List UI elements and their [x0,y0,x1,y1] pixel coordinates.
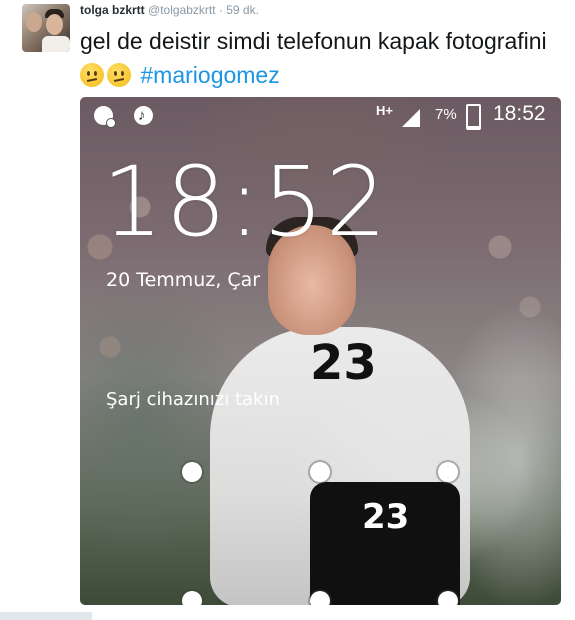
status-time: 18:52 [493,102,546,125]
music-icon [134,106,153,125]
meta-separator: · [218,3,223,17]
avatar-face-right [46,14,63,35]
battery-icon [466,104,481,130]
confused-face-icon [107,63,131,87]
network-type: H+ [376,103,393,118]
battery-percent: 7% [435,106,457,123]
lockscreen-date: 20 Temmuz, Çar [106,269,261,291]
avatar-body [42,36,70,52]
hashtag-link[interactable]: #mariogomez [140,62,279,88]
tweet-header: tolga bzkrtt @tolgabzkrtt · 59 dk. [80,3,259,17]
pattern-dot [310,462,330,482]
tweet-timestamp[interactable]: 59 dk. [226,3,259,17]
user-handle[interactable]: @tolgabzkrtt [148,3,216,17]
pattern-dot [310,591,330,605]
confused-face-icon [80,63,104,87]
charge-message: Şarj cihazınızı takın [106,389,280,410]
horizontal-scrollbar[interactable] [0,612,92,620]
tweet-body: gel de deistir simdi telefonun kapak fot… [80,28,547,54]
tweet-media-image[interactable]: 23 23 H+ 7% 18:52 18:52 20 Temmuz, Çar Ş… [80,97,561,605]
avatar[interactable] [22,4,70,52]
notification-icon [94,106,116,128]
status-bar: H+ 7% 18:52 [80,97,561,135]
user-name[interactable]: tolga bzkrtt [80,3,145,17]
pattern-dot [182,462,202,482]
lockscreen-clock: 18:52 [102,146,389,258]
pattern-dot [438,591,458,605]
shorts-number: 23 [362,497,410,537]
avatar-face-left [26,12,42,32]
signal-icon [402,109,420,127]
pattern-dot [438,462,458,482]
tweet-text: gel de deistir simdi telefonun kapak fot… [80,24,550,92]
pattern-dot [182,591,202,605]
shirt-number: 23 [310,335,377,391]
